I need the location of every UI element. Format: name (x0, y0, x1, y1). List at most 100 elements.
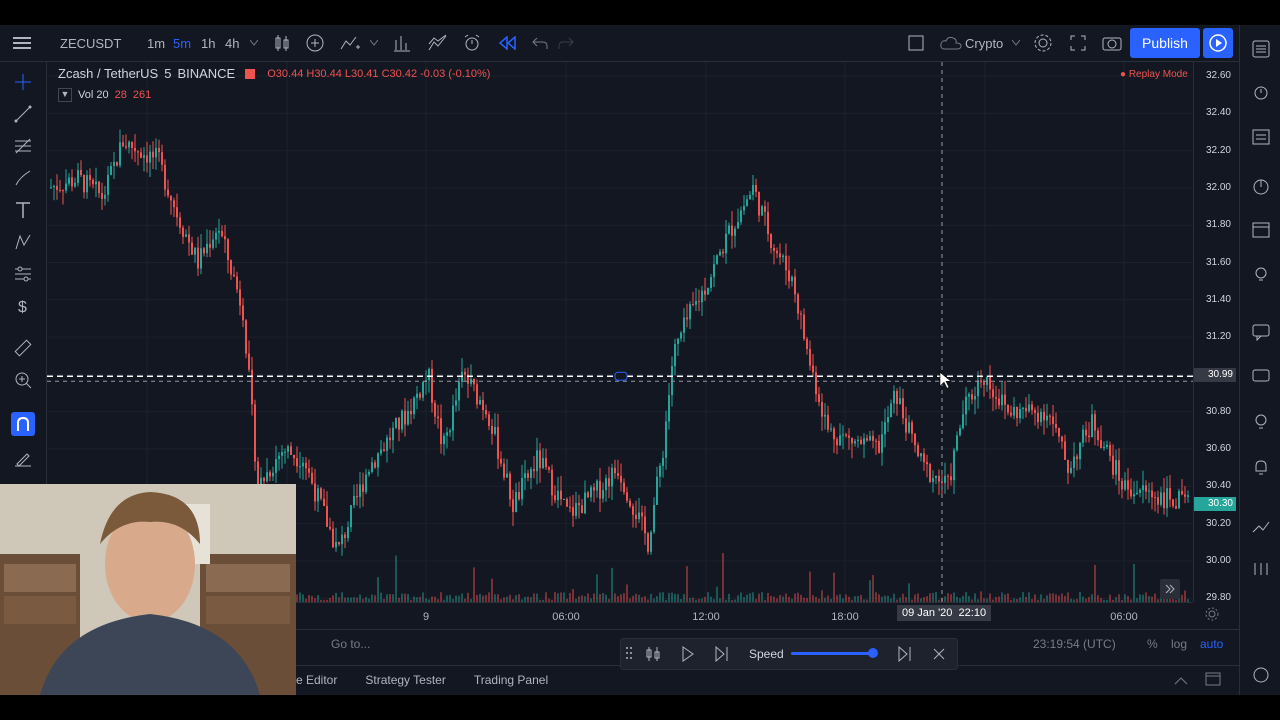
volume-bar (761, 592, 763, 602)
tab-pine-editor[interactable]: e Editor (296, 673, 337, 687)
top-toolbar: ZECUSDT 1m 5m 1h 4h Crypto (0, 25, 1280, 62)
replay-icon[interactable] (499, 25, 517, 61)
interval-1m[interactable]: 1m (147, 25, 165, 61)
candle (617, 459, 619, 480)
fullscreen-icon[interactable] (1070, 25, 1086, 61)
layout-icon[interactable] (908, 25, 924, 61)
candle (701, 285, 703, 316)
menu-icon[interactable] (12, 25, 32, 61)
market-dropdown-icon[interactable] (1012, 25, 1020, 61)
percent-toggle[interactable]: % (1147, 637, 1158, 651)
close-icon[interactable] (933, 647, 945, 665)
axis-settings-icon[interactable] (1205, 607, 1219, 626)
volume-bar (1145, 592, 1147, 602)
tab-strategy-tester[interactable]: Strategy Tester (365, 673, 445, 687)
data-window-icon[interactable] (1249, 125, 1273, 149)
candle (668, 383, 670, 430)
dollar-icon[interactable]: $ (11, 294, 35, 318)
tab-trading-panel[interactable]: Trading Panel (474, 673, 548, 687)
speed-slider-handle[interactable] (867, 648, 878, 658)
zoom-icon[interactable] (11, 368, 35, 392)
collapse-legend-icon[interactable]: ▼ (58, 88, 72, 102)
candle (299, 451, 301, 479)
interval-4h[interactable]: 4h (225, 25, 239, 61)
candle (407, 400, 409, 426)
utc-clock[interactable]: 23:19:54 (UTC) (1033, 637, 1116, 651)
candle (494, 413, 496, 436)
chevron-up-icon[interactable] (1174, 673, 1188, 691)
cloud-icon[interactable] (940, 25, 962, 61)
magnet-icon[interactable] (11, 412, 35, 436)
select-bar-icon[interactable] (645, 646, 663, 667)
maximize-panel-icon[interactable] (1205, 672, 1221, 691)
text-icon[interactable] (11, 198, 35, 222)
ideas-icon[interactable] (1249, 263, 1273, 287)
pattern-icon[interactable] (11, 230, 35, 254)
indicators-dropdown-icon[interactable] (370, 25, 378, 61)
line-anchor-handle[interactable] (614, 371, 628, 381)
lock-drawing-icon[interactable] (11, 446, 35, 470)
alarm-icon[interactable] (1249, 80, 1273, 104)
notifications-icon[interactable] (1249, 455, 1273, 479)
camera-icon[interactable] (1102, 25, 1122, 61)
gear-icon[interactable] (1033, 25, 1053, 61)
play-icon[interactable] (682, 646, 694, 667)
interval-1h[interactable]: 1h (201, 25, 215, 61)
candle (473, 378, 475, 392)
interval-dropdown-icon[interactable] (250, 25, 258, 61)
strategies-icon[interactable] (428, 25, 448, 61)
volume-bar (380, 592, 382, 602)
candle (179, 212, 181, 234)
chat-icon[interactable] (1249, 320, 1273, 344)
volume-bar (902, 593, 904, 602)
lightbulb-icon[interactable] (1249, 410, 1273, 434)
candles-icon[interactable] (274, 25, 290, 61)
financials-icon[interactable] (393, 25, 411, 61)
candle (1034, 407, 1036, 426)
market-label[interactable]: Crypto (965, 25, 1003, 61)
price-scale[interactable]: 32.60 32.40 32.20 32.00 31.80 31.60 31.40 31.20… (1193, 62, 1239, 603)
help-icon[interactable] (1249, 663, 1273, 687)
trend-icon[interactable] (1249, 515, 1273, 539)
crosshair-icon[interactable] (11, 70, 35, 94)
goto-button[interactable]: Go to... (331, 637, 370, 651)
speed-slider[interactable] (791, 648, 878, 658)
volume-bar (557, 593, 559, 602)
undo-icon[interactable] (532, 25, 548, 61)
candle (1184, 486, 1186, 504)
brush-icon[interactable] (11, 166, 35, 190)
candle (1067, 459, 1069, 485)
messages-icon[interactable] (1249, 365, 1273, 389)
interval-5m[interactable]: 5m (173, 25, 191, 61)
stream-button[interactable] (1203, 28, 1233, 58)
candle (521, 464, 523, 506)
settings-list-icon[interactable] (1249, 557, 1273, 581)
publish-button[interactable]: Publish (1130, 28, 1200, 58)
candle (989, 365, 991, 399)
prediction-icon[interactable] (11, 262, 35, 286)
calendar-icon[interactable] (1249, 217, 1273, 241)
step-forward-icon[interactable] (715, 645, 729, 667)
candle (1073, 442, 1075, 478)
auto-toggle[interactable]: auto (1200, 637, 1223, 651)
fib-icon[interactable] (11, 134, 35, 158)
redo-icon[interactable] (558, 25, 574, 61)
candle (950, 463, 952, 486)
log-toggle[interactable]: log (1171, 637, 1187, 651)
symbol-search[interactable]: ZECUSDT (60, 25, 121, 61)
volume-bar (497, 594, 499, 602)
symbol-title[interactable]: Zcash / TetherUS (58, 66, 158, 81)
watchlist-icon[interactable] (1249, 37, 1273, 61)
add-compare-icon[interactable] (306, 25, 324, 61)
indicators-icon[interactable] (340, 25, 362, 61)
scroll-to-realtime-icon[interactable] (1160, 579, 1180, 599)
drag-handle-icon[interactable] (625, 646, 633, 665)
jump-realtime-icon[interactable] (898, 645, 912, 667)
trendline-icon[interactable] (11, 102, 35, 126)
time-label: 06:00 (1110, 611, 1138, 623)
alert-icon[interactable] (463, 25, 481, 61)
ruler-icon[interactable] (11, 336, 35, 360)
volume-bar (569, 592, 571, 602)
hotlist-icon[interactable] (1249, 175, 1273, 199)
volume-bar (1007, 593, 1009, 602)
